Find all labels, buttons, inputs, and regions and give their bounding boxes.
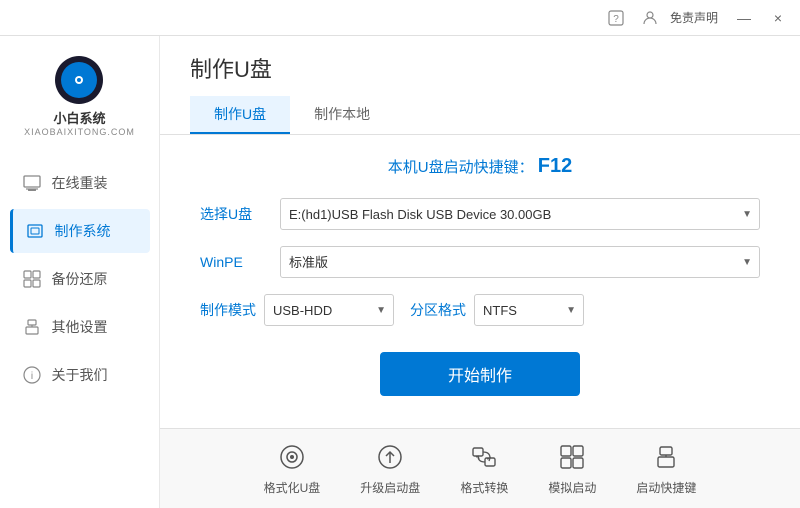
winpe-select[interactable]: 标准版: [280, 246, 760, 278]
tool-format-usb[interactable]: 格式化U盘: [264, 441, 321, 496]
content-area: 制作U盘 制作U盘 制作本地 本机U盘启动快捷键： F12 选择U盘 E:(hd…: [160, 36, 800, 508]
mode-label: 制作模式: [200, 300, 256, 320]
partition-select-wrapper: NTFS ▼: [474, 294, 584, 326]
shortcut-key: F12: [538, 155, 572, 177]
mode-select[interactable]: USB-HDD: [264, 294, 394, 326]
other-settings-icon: [22, 317, 42, 337]
start-button[interactable]: 开始制作: [380, 352, 580, 396]
tool-simulate-boot[interactable]: 模拟启动: [548, 441, 596, 496]
shortcut-hint-text: 本机U盘启动快捷键：: [388, 159, 534, 176]
sidebar-item-backup-restore[interactable]: 备份还原: [10, 257, 150, 301]
winpe-label: WinPE: [200, 254, 280, 270]
user-icon[interactable]: [636, 4, 664, 32]
format-convert-icon: [468, 441, 500, 473]
reinstall-icon: [22, 173, 42, 193]
mode-row: 制作模式 USB-HDD ▼ 分区格式 NTFS ▼: [200, 294, 760, 326]
logo-icon: [55, 56, 103, 104]
tab-bar: 制作U盘 制作本地: [190, 96, 770, 134]
sidebar-item-make-system[interactable]: 制作系统: [10, 209, 150, 253]
tool-upgrade-boot[interactable]: 升级启动盘: [360, 441, 420, 496]
bottom-toolbar: 格式化U盘 升级启动盘: [160, 428, 800, 508]
titlebar-actions: ? 免责声明 — ×: [602, 4, 792, 32]
help-icon[interactable]: ?: [602, 4, 630, 32]
simulate-boot-label: 模拟启动: [548, 479, 596, 496]
mode-select-wrapper: USB-HDD ▼: [264, 294, 394, 326]
make-system-icon: [25, 221, 45, 241]
shortcut-key-label: 启动快捷键: [636, 479, 696, 496]
partition-group: 分区格式 NTFS ▼: [410, 294, 584, 326]
mode-group: 制作模式 USB-HDD ▼: [200, 294, 394, 326]
about-icon: i: [22, 365, 42, 385]
backup-restore-icon: [22, 269, 42, 289]
simulate-boot-icon: [556, 441, 588, 473]
tab-make-usb[interactable]: 制作U盘: [190, 96, 290, 134]
partition-select[interactable]: NTFS: [474, 294, 584, 326]
shortcut-key-icon: [650, 441, 682, 473]
sidebar-item-other-settings[interactable]: 其他设置: [10, 305, 150, 349]
usb-select-row: 选择U盘 E:(hd1)USB Flash Disk USB Device 30…: [200, 198, 760, 230]
logo-text: 小白系统: [53, 108, 105, 127]
sidebar-label-other-settings: 其他设置: [52, 317, 108, 337]
logo-sub: XIAOBAIXITONG.COM: [24, 127, 135, 137]
svg-text:i: i: [30, 371, 32, 382]
upgrade-boot-icon: [374, 441, 406, 473]
logo-area: 小白系统 XIAOBAIXITONG.COM: [24, 56, 135, 137]
format-usb-icon: [276, 441, 308, 473]
format-convert-label: 格式转换: [460, 479, 508, 496]
sidebar: 小白系统 XIAOBAIXITONG.COM 在线重装 制作系统: [0, 36, 160, 508]
sidebar-label-make-system: 制作系统: [55, 221, 111, 241]
page-header: 制作U盘 制作U盘 制作本地: [160, 36, 800, 135]
form-area: 本机U盘启动快捷键： F12 选择U盘 E:(hd1)USB Flash Dis…: [160, 135, 800, 428]
format-usb-label: 格式化U盘: [264, 479, 321, 496]
close-button[interactable]: ×: [764, 4, 792, 32]
winpe-select-row: WinPE 标准版 ▼: [200, 246, 760, 278]
tool-format-convert[interactable]: 格式转换: [460, 441, 508, 496]
winpe-select-wrapper: 标准版 ▼: [280, 246, 760, 278]
page-title: 制作U盘: [190, 52, 770, 84]
usb-label: 选择U盘: [200, 204, 280, 224]
sidebar-label-about: 关于我们: [52, 365, 108, 385]
free-label[interactable]: 免责声明: [670, 9, 718, 26]
shortcut-hint: 本机U盘启动快捷键： F12: [200, 155, 760, 178]
upgrade-boot-label: 升级启动盘: [360, 479, 420, 496]
usb-select-wrapper: E:(hd1)USB Flash Disk USB Device 30.00GB…: [280, 198, 760, 230]
sidebar-item-about[interactable]: i 关于我们: [10, 353, 150, 397]
partition-label: 分区格式: [410, 300, 466, 320]
sidebar-label-backup-restore: 备份还原: [52, 269, 108, 289]
svg-text:?: ?: [613, 14, 619, 25]
sidebar-label-reinstall: 在线重装: [52, 173, 108, 193]
tab-make-local[interactable]: 制作本地: [290, 96, 394, 134]
usb-select[interactable]: E:(hd1)USB Flash Disk USB Device 30.00GB: [280, 198, 760, 230]
minimize-button[interactable]: —: [730, 4, 758, 32]
tool-shortcut-key[interactable]: 启动快捷键: [636, 441, 696, 496]
sidebar-item-reinstall[interactable]: 在线重装: [10, 161, 150, 205]
main-container: 小白系统 XIAOBAIXITONG.COM 在线重装 制作系统: [0, 36, 800, 508]
titlebar: ? 免责声明 — ×: [0, 0, 800, 36]
